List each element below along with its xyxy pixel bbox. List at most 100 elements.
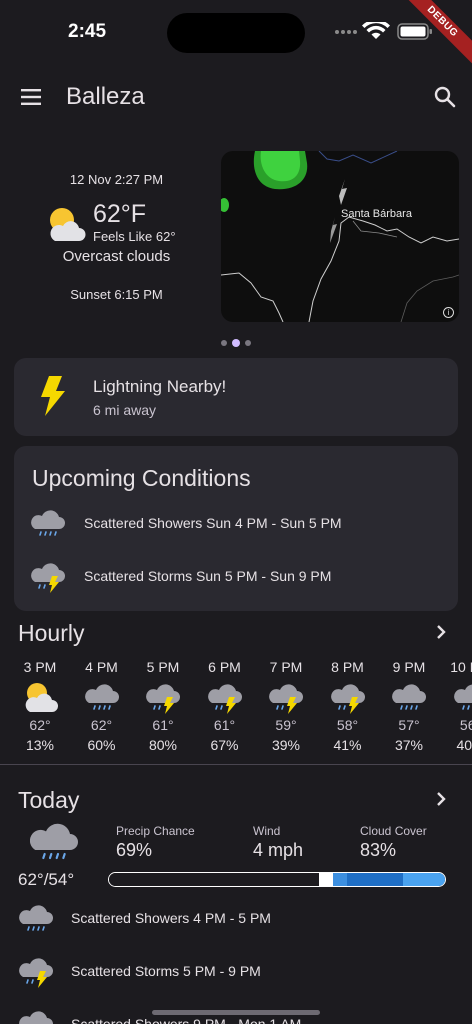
hour-time: 4 PM: [85, 659, 118, 675]
today-item-text: Scattered Showers 9 PM - Mon 1 AM: [71, 1016, 302, 1024]
cloud-bar-segment: [347, 873, 403, 886]
hourly-item[interactable]: 3 PM 62° 13%: [9, 657, 71, 753]
alert-title: Lightning Nearby!: [93, 377, 227, 396]
list-item[interactable]: Scattered Storms 5 PM - 9 PM: [18, 953, 458, 989]
current-datetime: 12 Nov 2:27 PM: [69, 172, 164, 187]
precip-value: 69%: [116, 840, 153, 860]
today-title: Today: [18, 787, 80, 813]
hour-temp: 62°: [90, 717, 113, 733]
cloud-cover-label: Cloud Cover: [360, 824, 427, 838]
hour-time: 8 PM: [331, 659, 364, 675]
hourly-item[interactable]: 9 PM 57° 37%: [378, 657, 440, 753]
cloud-cover-value: 83%: [360, 840, 397, 860]
hourly-item[interactable]: 10 PM 56° 40%: [440, 657, 472, 753]
today-item-text: Scattered Showers 4 PM - 5 PM: [71, 910, 271, 926]
hour-precip: 13%: [25, 737, 55, 753]
hour-precip: 40%: [456, 737, 472, 753]
list-item[interactable]: Scattered Showers 4 PM - 5 PM: [18, 900, 458, 936]
hour-temp: 61°: [213, 717, 236, 733]
hourly-item[interactable]: 8 PM 58° 41%: [317, 657, 379, 753]
upcoming-conditions-card[interactable]: Upcoming Conditions Scattered Showers Su…: [14, 446, 458, 611]
current-temperature: 62°F: [93, 200, 147, 228]
hourly-strip[interactable]: 3 PM 62° 13% 4 PM 62° 60% 5 PM 61° 80% 6 PM 61° 67%…: [0, 657, 472, 757]
page-dot[interactable]: [245, 340, 251, 346]
hour-precip: 80%: [148, 737, 178, 753]
page-indicator[interactable]: [221, 339, 251, 348]
storm-cloud-icon: [330, 684, 365, 714]
chevron-right-icon[interactable]: [432, 623, 450, 641]
alert-distance: 6 mi away: [93, 402, 157, 418]
hour-time: 9 PM: [392, 659, 426, 675]
today-item-text: Scattered Storms 5 PM - 9 PM: [71, 963, 261, 979]
rain-cloud-icon: [30, 823, 78, 860]
cloud-bar-segment: [319, 873, 333, 886]
cloud-bar-segment: [403, 873, 445, 886]
map-city-label: Santa Bárbara: [341, 208, 412, 220]
hour-temp: 56°: [459, 717, 472, 733]
radar-map-graphic: [221, 151, 459, 322]
hour-temp: 62°: [29, 717, 51, 733]
hour-temp: 61°: [152, 717, 174, 733]
hour-time: 7 PM: [269, 659, 303, 675]
chevron-right-icon[interactable]: [432, 790, 450, 808]
precip-label: Precip Chance: [116, 824, 195, 838]
storm-cloud-icon: [207, 684, 242, 714]
rain-cloud-icon: [84, 684, 119, 710]
hour-temp: 58°: [336, 717, 359, 733]
hour-precip: 41%: [333, 737, 362, 753]
signal-icon: [335, 30, 357, 34]
rain-cloud-icon: [392, 684, 426, 710]
feels-like: Feels Like 62°: [93, 229, 176, 244]
divider: [0, 764, 472, 765]
status-bar: 2:45 DEBUG: [0, 0, 472, 71]
hourly-item[interactable]: 4 PM 62° 60%: [71, 657, 133, 753]
home-indicator[interactable]: [152, 1010, 320, 1015]
radar-map[interactable]: Santa Bárbara i: [221, 151, 459, 322]
list-item[interactable]: Scattered Storms Sun 5 PM - Sun 9 PM: [30, 558, 450, 594]
wind-label: Wind: [253, 824, 281, 838]
menu-icon[interactable]: [18, 84, 44, 110]
rain-cloud-icon: [31, 510, 65, 536]
lightning-alert-card[interactable]: Lightning Nearby! 6 mi away: [14, 358, 458, 436]
hour-temp: 57°: [398, 717, 420, 733]
info-icon[interactable]: i: [443, 307, 454, 318]
hour-time: 5 PM: [146, 659, 180, 675]
rain-cloud-icon: [19, 905, 53, 931]
hour-time: 6 PM: [208, 659, 241, 675]
cloud-cover-bar: [108, 872, 446, 887]
list-item[interactable]: Scattered Showers 9 PM - Mon 1 AM: [18, 1006, 458, 1024]
hour-precip: 60%: [87, 737, 116, 753]
hour-precip: 39%: [271, 737, 301, 753]
upcoming-text: Scattered Showers Sun 4 PM - Sun 5 PM: [84, 515, 342, 531]
rain-cloud-icon: [453, 684, 472, 710]
upcoming-text: Scattered Storms Sun 5 PM - Sun 9 PM: [84, 568, 332, 584]
hour-precip: 67%: [210, 737, 239, 753]
search-icon[interactable]: [432, 84, 458, 110]
partly-cloudy-icon: [50, 208, 86, 241]
wind-value: 4 mph: [253, 840, 304, 860]
hourly-item[interactable]: 6 PM 61° 67%: [194, 657, 256, 753]
partly-cloudy-icon: [25, 683, 58, 712]
page-dot[interactable]: [221, 340, 227, 346]
hour-time: 10 PM: [450, 659, 472, 675]
lightning-bolt-icon: [41, 376, 65, 416]
storm-cloud-icon: [19, 958, 53, 988]
hourly-item[interactable]: 7 PM 59° 39%: [255, 657, 317, 753]
hourly-item[interactable]: 5 PM 61° 80%: [132, 657, 194, 753]
rain-cloud-icon: [19, 1011, 53, 1024]
cloud-bar-clear: [109, 873, 319, 886]
today-temps: 62°/54°: [18, 870, 75, 889]
storm-cloud-icon: [269, 684, 303, 714]
page-dot-active[interactable]: [232, 339, 240, 347]
storm-cloud-icon: [146, 684, 180, 714]
hour-precip: 37%: [394, 737, 424, 753]
hourly-title: Hourly: [18, 620, 85, 646]
cloud-bar-segment: [333, 873, 347, 886]
app-bar: Balleza: [0, 72, 472, 122]
list-item[interactable]: Scattered Showers Sun 4 PM - Sun 5 PM: [30, 505, 450, 541]
current-conditions[interactable]: 12 Nov 2:27 PM 62°F Feels Like 62° Overc…: [14, 150, 219, 322]
storm-cloud-icon: [31, 563, 65, 593]
hour-temp: 59°: [275, 717, 297, 733]
status-time: 2:45: [68, 21, 107, 42]
page-title: Balleza: [66, 83, 145, 110]
